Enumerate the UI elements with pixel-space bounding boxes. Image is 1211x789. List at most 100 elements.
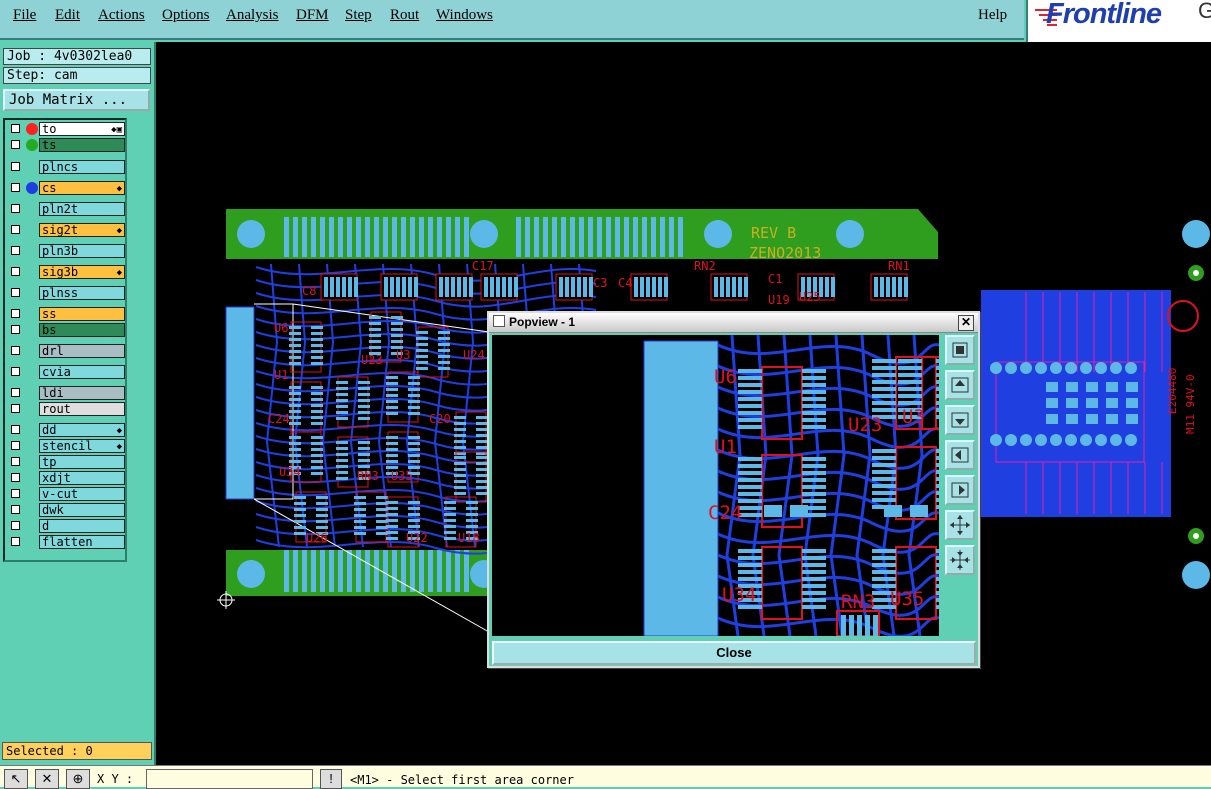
pan-left-icon[interactable] — [945, 440, 975, 470]
layer-checkbox[interactable] — [11, 162, 20, 171]
popview-titlebar[interactable]: Popview - 1 ✕ — [489, 313, 978, 333]
layer-name[interactable]: v-cut — [39, 487, 125, 501]
layer-row-dwk[interactable]: dwk — [7, 503, 125, 517]
pan-down-icon[interactable] — [945, 405, 975, 435]
layer-checkbox[interactable] — [11, 388, 20, 397]
layer-checkbox[interactable] — [11, 204, 20, 213]
layer-name[interactable]: xdjt — [39, 471, 125, 485]
layer-checkbox[interactable] — [11, 489, 20, 498]
layer-checkbox[interactable] — [11, 288, 20, 297]
menu-help[interactable]: Help — [978, 7, 1007, 24]
layer-row-cvia[interactable]: cvia — [7, 365, 125, 379]
layer-name[interactable]: sig3b ◆ — [39, 265, 125, 279]
layer-row-stencil[interactable]: stencil ◆ — [7, 439, 125, 453]
layer-name[interactable]: cs ◆ — [39, 181, 125, 195]
menu-file[interactable]: File — [13, 7, 36, 24]
select-arrow-icon[interactable]: ↖ — [4, 769, 28, 789]
menu-rout[interactable]: Rout — [390, 7, 419, 24]
layer-row-ts[interactable]: ts — [7, 138, 125, 152]
layer-row-plncs[interactable]: plncs — [7, 160, 125, 174]
layer-checkbox[interactable] — [11, 246, 20, 255]
ic-pad — [316, 496, 328, 499]
menu-windows[interactable]: Windows — [436, 7, 493, 24]
layer-row-to[interactable]: to ◆▣ — [7, 122, 125, 136]
layer-checkbox[interactable] — [11, 225, 20, 234]
layer-row-pln3b[interactable]: pln3b — [7, 244, 125, 258]
pan-right-icon[interactable] — [945, 475, 975, 505]
pan-up-icon[interactable] — [945, 370, 975, 400]
layer-name[interactable]: rout — [39, 402, 125, 416]
layer-row-cs[interactable]: cs ◆ — [7, 181, 125, 195]
layer-row-d[interactable]: d — [7, 519, 125, 533]
menu-options[interactable]: Options — [162, 7, 210, 24]
layer-name[interactable]: to ◆▣ — [39, 122, 125, 136]
menu-edit[interactable]: Edit — [55, 7, 80, 24]
layer-name[interactable]: bs — [39, 323, 125, 337]
layer-row-tp[interactable]: tp — [7, 455, 125, 469]
layer-checkbox[interactable] — [11, 425, 20, 434]
layer-checkbox[interactable] — [11, 183, 20, 192]
layer-name[interactable]: plncs — [39, 160, 125, 174]
layer-name[interactable]: stencil ◆ — [39, 439, 125, 453]
menu-analysis[interactable]: Analysis — [226, 7, 279, 24]
layer-name[interactable]: d — [39, 519, 125, 533]
layer-checkbox[interactable] — [11, 124, 20, 133]
popview-canvas[interactable]: U6 U1 C24 U34 U23 U3 RN3 U35 — [492, 335, 939, 636]
layer-checkbox[interactable] — [11, 267, 20, 276]
close-icon[interactable]: ✕ — [958, 315, 974, 331]
popview-close-button[interactable]: Close — [492, 641, 976, 665]
layer-row-sig2t[interactable]: sig2t ◆ — [7, 223, 125, 237]
layer-row-ss[interactable]: ss — [7, 307, 125, 321]
layer-checkbox[interactable] — [11, 441, 20, 450]
layer-name[interactable]: pln3b — [39, 244, 125, 258]
menu-actions[interactable]: Actions — [98, 7, 145, 24]
layer-checkbox[interactable] — [11, 537, 20, 546]
layer-row-dd[interactable]: dd ◆ — [7, 423, 125, 437]
layer-checkbox[interactable] — [11, 404, 20, 413]
layer-checkbox[interactable] — [11, 309, 20, 318]
layer-name[interactable]: flatten — [39, 535, 125, 549]
layer-row-pln2t[interactable]: pln2t — [7, 202, 125, 216]
layer-checkbox[interactable] — [11, 367, 20, 376]
layer-name[interactable]: drl — [39, 344, 125, 358]
layer-name[interactable]: pln2t — [39, 202, 125, 216]
layer-row-v-cut[interactable]: v-cut — [7, 487, 125, 501]
layer-checkbox[interactable] — [11, 473, 20, 482]
ic-pad — [408, 525, 420, 528]
layer-row-flatten[interactable]: flatten — [7, 535, 125, 549]
layer-row-bs[interactable]: bs — [7, 323, 125, 337]
layer-name[interactable]: dwk — [39, 503, 125, 517]
ic-pad — [354, 508, 366, 511]
layer-row-sig3b[interactable]: sig3b ◆ — [7, 265, 125, 279]
layer-name[interactable]: cvia — [39, 365, 125, 379]
layer-name[interactable]: dd ◆ — [39, 423, 125, 437]
layer-checkbox[interactable] — [11, 521, 20, 530]
layer-checkbox[interactable] — [11, 325, 20, 334]
warning-icon[interactable]: ! — [320, 769, 342, 789]
zoom-out-icon[interactable] — [945, 545, 975, 575]
layer-checkbox[interactable] — [11, 505, 20, 514]
menu-step[interactable]: Step — [345, 7, 372, 24]
layer-checkbox[interactable] — [11, 457, 20, 466]
job-matrix-button[interactable]: Job Matrix ... — [3, 89, 150, 111]
layer-name[interactable]: tp — [39, 455, 125, 469]
zoom-in-icon[interactable] — [945, 510, 975, 540]
ic-pad — [466, 519, 478, 522]
layer-checkbox[interactable] — [11, 346, 20, 355]
layer-name[interactable]: ts — [39, 138, 125, 152]
layer-name[interactable]: ss — [39, 307, 125, 321]
xy-coordinate-field[interactable] — [146, 769, 313, 789]
grid-snap-icon[interactable]: ⊕ — [66, 769, 90, 789]
layer-checkbox[interactable] — [11, 140, 20, 149]
layer-row-plnss[interactable]: plnss — [7, 286, 125, 300]
layer-row-rout[interactable]: rout — [7, 402, 125, 416]
layer-row-ldi[interactable]: ldi — [7, 386, 125, 400]
menu-dfm[interactable]: DFM — [296, 7, 329, 24]
layer-name[interactable]: ldi — [39, 386, 125, 400]
layer-name[interactable]: sig2t ◆ — [39, 223, 125, 237]
layer-row-drl[interactable]: drl — [7, 344, 125, 358]
layer-row-xdjt[interactable]: xdjt — [7, 471, 125, 485]
layer-name[interactable]: plnss — [39, 286, 125, 300]
zoom-fit-icon[interactable] — [945, 335, 975, 365]
measure-icon[interactable]: ✕ — [35, 769, 59, 789]
